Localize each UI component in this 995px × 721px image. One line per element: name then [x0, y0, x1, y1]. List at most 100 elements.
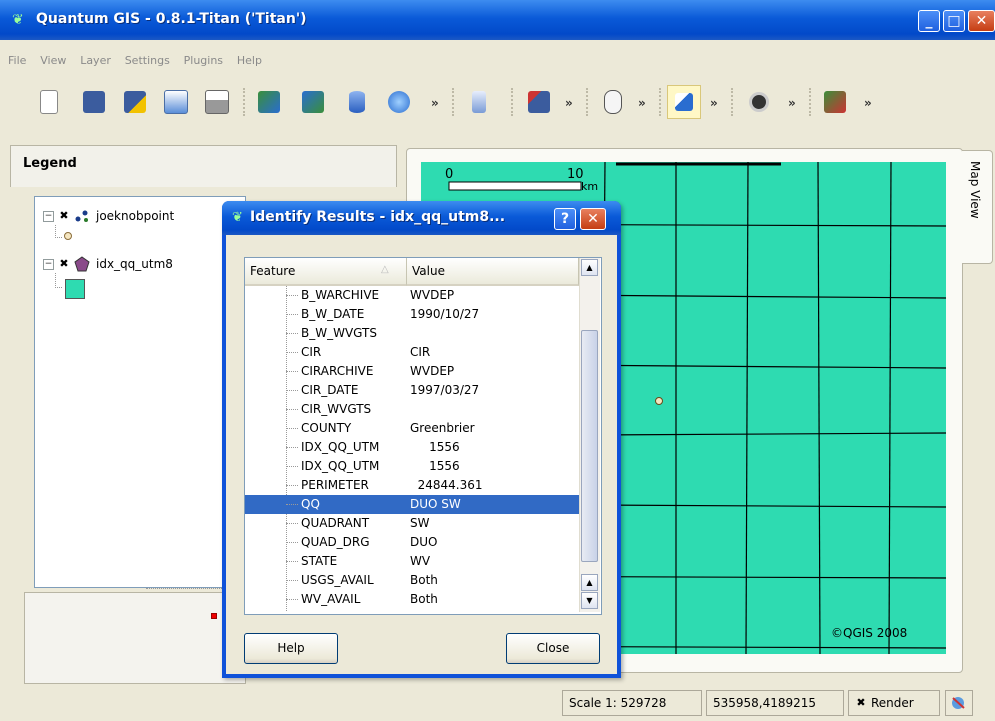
result-row[interactable]: CIR_WVGTS — [245, 400, 579, 419]
result-row[interactable]: CIR_DATE 1997/03/27 — [245, 381, 579, 400]
legend-panel-header: Legend — [10, 145, 397, 187]
close-button[interactable]: Close — [506, 633, 600, 664]
scroll-thumb[interactable] — [581, 330, 598, 562]
toolbar-more-icon[interactable]: » — [431, 96, 439, 110]
point-symbol-icon — [64, 232, 72, 240]
identify-icon[interactable] — [667, 85, 701, 119]
toolbar-more-icon[interactable]: » — [864, 96, 872, 110]
toolbar-more-icon[interactable]: » — [788, 96, 796, 110]
tree-branch — [286, 352, 298, 354]
add-vector-icon[interactable] — [298, 87, 328, 117]
measure-icon[interactable] — [744, 87, 774, 117]
menu-view[interactable]: View — [40, 54, 66, 67]
save-as-icon[interactable] — [120, 87, 150, 117]
scroll-up-icon[interactable]: ▲ — [581, 259, 598, 276]
layer-visibility-checkbox[interactable]: ✖ — [58, 210, 70, 222]
result-row[interactable]: CIRARCHIVE WVDEP — [245, 362, 579, 381]
result-row[interactable]: QUADRANT SW — [245, 514, 579, 533]
result-value-cell: 1556 — [410, 440, 460, 454]
menu-layer[interactable]: Layer — [80, 54, 111, 67]
menu-file[interactable]: File — [8, 54, 26, 67]
maximize-button[interactable]: □ — [943, 10, 965, 32]
legend-layer-row[interactable]: − ✖ joeknobpoint — [43, 207, 174, 225]
panel-splitter[interactable] — [146, 588, 226, 591]
status-bar: Scale 1: 529728 535958,4189215 ✖ Render — [0, 680, 995, 721]
result-value-cell: 1556 — [410, 459, 460, 473]
projection-button[interactable] — [945, 690, 973, 716]
print-icon[interactable] — [202, 87, 232, 117]
result-row[interactable]: PERIMETER 24844.361 — [245, 476, 579, 495]
capture-icon[interactable] — [464, 87, 494, 117]
legend-tree[interactable]: − ✖ joeknobpoint − ✖ idx_qq_utm8 — [34, 196, 246, 588]
result-value-cell: Greenbrier — [410, 421, 475, 435]
plugin-icon[interactable] — [820, 87, 850, 117]
dialog-help-button[interactable]: ? — [554, 208, 576, 230]
open-icon[interactable] — [161, 87, 191, 117]
result-row[interactable]: IDX_QQ_UTM 1556 — [245, 457, 579, 476]
collapse-icon[interactable]: − — [43, 258, 54, 270]
column-header-value[interactable]: Value — [407, 258, 579, 286]
render-toggle[interactable]: ✖ Render — [848, 690, 940, 716]
map-view-tab[interactable]: Map View — [962, 150, 993, 264]
layer-name: joeknobpoint — [96, 209, 175, 223]
scale-bar-start: 0 — [445, 167, 454, 182]
result-feature-cell: CIR_WVGTS — [301, 402, 372, 416]
result-feature-cell: IDX_QQ_UTM — [301, 440, 380, 454]
menu-plugins[interactable]: Plugins — [184, 54, 223, 67]
tree-branch — [286, 523, 298, 525]
toolbar-separator — [243, 88, 249, 116]
menu-help[interactable]: Help — [237, 54, 262, 67]
result-row[interactable]: QUAD_DRG DUO — [245, 533, 579, 552]
result-feature-cell: IDX_QQ_UTM — [301, 459, 380, 473]
result-row[interactable]: IDX_QQ_UTM 1556 — [245, 438, 579, 457]
result-row[interactable]: WV_AVAIL Both — [245, 590, 579, 609]
toolbar-more-icon[interactable]: » — [710, 96, 718, 110]
overview-map[interactable] — [24, 592, 246, 684]
result-feature-cell: WV_AVAIL — [301, 592, 361, 606]
add-wms-icon[interactable] — [384, 87, 414, 117]
result-row[interactable]: B_W_WVGTS — [245, 324, 579, 343]
result-row[interactable]: QQ DUO SW — [245, 495, 579, 514]
layer-visibility-checkbox[interactable]: ✖ — [58, 258, 70, 270]
vertical-scrollbar[interactable]: ▲ ▲ ▼ — [579, 258, 600, 612]
close-window-button[interactable]: ✕ — [968, 10, 995, 32]
help-button[interactable]: Help — [244, 633, 338, 664]
result-feature-cell: USGS_AVAIL — [301, 573, 374, 587]
result-value-cell: 24844.361 — [410, 478, 483, 492]
tree-connector — [55, 273, 62, 288]
minimize-button[interactable]: _ — [918, 10, 940, 32]
result-row[interactable]: COUNTY Greenbrier — [245, 419, 579, 438]
result-row[interactable]: CIR CIR — [245, 343, 579, 362]
toolbar-more-icon[interactable]: » — [565, 96, 573, 110]
legend-layer-row[interactable]: − ✖ idx_qq_utm8 — [43, 255, 173, 273]
result-feature-cell: B_W_WVGTS — [301, 326, 377, 340]
menu-settings[interactable]: Settings — [125, 54, 170, 67]
results-table[interactable]: Feature △ Value B_WARCHIVE WVDEP B_W_DATE 1… — [244, 257, 602, 615]
result-row[interactable]: B_WARCHIVE WVDEP — [245, 286, 579, 305]
render-checkbox[interactable]: ✖ — [855, 697, 867, 709]
pan-icon[interactable] — [598, 87, 628, 117]
qgis-app-icon: ❦ — [12, 12, 24, 28]
window-titlebar[interactable]: ❦ Quantum GIS - 0.8.1-Titan ('Titan') _ … — [0, 0, 995, 40]
result-row[interactable]: B_W_DATE 1990/10/27 — [245, 305, 579, 324]
projection-icon — [952, 697, 965, 709]
map-point-feature[interactable] — [655, 397, 663, 405]
save-icon[interactable] — [79, 87, 109, 117]
tree-connector — [55, 225, 62, 238]
scroll-down-icon[interactable]: ▼ — [581, 592, 598, 609]
new-project-icon[interactable] — [34, 87, 64, 117]
tree-branch — [286, 390, 298, 392]
result-row[interactable]: STATE WV — [245, 552, 579, 571]
add-raster-icon[interactable] — [254, 87, 284, 117]
dialog-titlebar[interactable]: ❦ Identify Results - idx_qq_utm8... ? ✕ — [222, 201, 621, 235]
add-postgis-icon[interactable] — [342, 87, 372, 117]
edit-icon[interactable] — [524, 87, 554, 117]
column-header-feature[interactable]: Feature △ — [245, 258, 407, 286]
copyright-label: ©QGIS 2008 — [831, 626, 908, 640]
result-feature-cell: CIR_DATE — [301, 383, 359, 397]
collapse-icon[interactable]: − — [43, 210, 54, 222]
dialog-close-button[interactable]: ✕ — [580, 208, 606, 230]
toolbar-more-icon[interactable]: » — [638, 96, 646, 110]
result-row[interactable]: USGS_AVAIL Both — [245, 571, 579, 590]
scroll-up-icon[interactable]: ▲ — [581, 574, 598, 591]
